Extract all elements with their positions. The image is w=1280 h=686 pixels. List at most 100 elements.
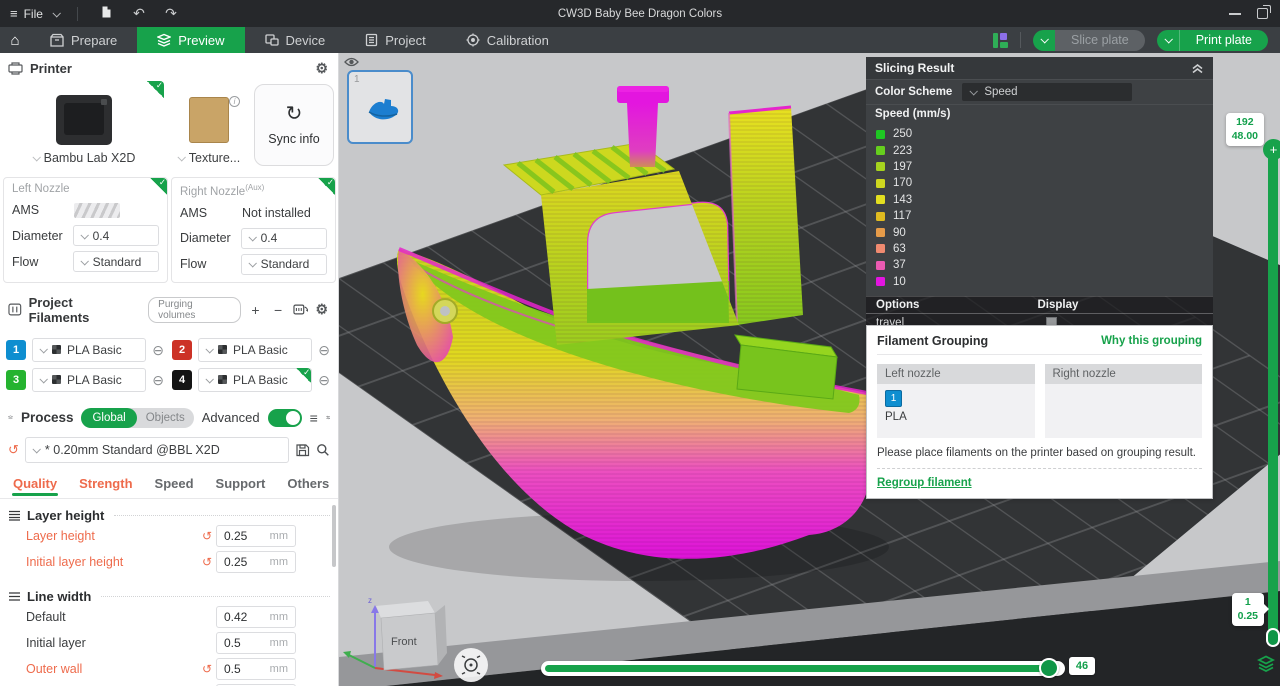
sync-info-button[interactable]: ↻ Sync info <box>254 84 334 166</box>
tab-calibration[interactable]: Calibration <box>446 27 569 53</box>
layer-slider-handle[interactable] <box>1266 628 1280 647</box>
filament-color-badge[interactable]: 2 <box>172 340 192 360</box>
slicing-result-title: Slicing Result <box>875 61 954 75</box>
search-icon[interactable] <box>316 443 330 457</box>
color-scheme-select[interactable]: Speed <box>962 83 1132 101</box>
plate-1-thumbnail[interactable]: 1 <box>347 70 413 144</box>
info-icon[interactable]: i <box>229 96 240 107</box>
delete-filament-icon[interactable]: ⊖ <box>152 343 164 357</box>
grouped-filament-badge[interactable]: 1 <box>885 390 902 407</box>
bottom-layer-height: 0.25 <box>1238 610 1258 624</box>
filament-color-badge[interactable]: 3 <box>6 370 26 390</box>
layer-slider-add-button[interactable]: + <box>1263 139 1280 160</box>
tab-speed[interactable]: Speed <box>144 473 205 496</box>
left-flow-select[interactable]: Standard <box>73 251 159 272</box>
plate-settings-icon[interactable] <box>993 33 1008 48</box>
delete-filament-icon[interactable]: ⊖ <box>152 373 164 387</box>
toggle-plate-list-eye-icon[interactable] <box>344 56 359 68</box>
printer-model-card[interactable]: ✓ Bambu Lab X2D <box>4 81 164 169</box>
move-slider[interactable] <box>541 661 1065 676</box>
redo-button[interactable]: ↷ <box>160 5 182 22</box>
tab-support[interactable]: Support <box>205 473 277 496</box>
reset-value-icon[interactable]: ↺ <box>202 663 212 675</box>
restore-window-button[interactable] <box>1257 8 1268 19</box>
legend-item: 197 <box>866 159 1213 175</box>
filament-color-badge[interactable]: 4 <box>172 370 192 390</box>
scope-global-button[interactable]: Global <box>81 408 136 428</box>
reset-value-icon[interactable]: ↺ <box>202 530 212 542</box>
tab-quality[interactable]: Quality <box>2 473 68 496</box>
print-options-chevron[interactable] <box>1157 30 1179 51</box>
tab-device[interactable]: Device <box>245 27 346 53</box>
filament-color-badge[interactable]: 1 <box>6 340 26 360</box>
purging-volumes-button[interactable]: Purging volumes <box>148 297 241 323</box>
scope-objects-button[interactable]: Objects <box>137 410 194 426</box>
slice-plate-button[interactable]: Slice plate <box>1033 30 1145 51</box>
filament-settings-gear-icon[interactable]: ⚙ <box>315 301 328 318</box>
tab-others[interactable]: Others <box>276 473 339 496</box>
delete-filament-icon[interactable]: ⊖ <box>318 343 330 357</box>
file-menu-chevron-icon[interactable] <box>52 9 60 17</box>
setting-value: 0.42 <box>224 610 247 624</box>
collapse-panel-icon[interactable] <box>1191 62 1204 74</box>
reset-value-icon[interactable]: ↺ <box>202 556 212 568</box>
remove-filament-button[interactable]: − <box>270 302 286 318</box>
print-plate-button[interactable]: Print plate <box>1157 30 1268 51</box>
delete-filament-icon[interactable]: ⊖ <box>318 373 330 387</box>
filament-select-1[interactable]: PLA Basic <box>32 338 146 362</box>
file-menu[interactable]: ≡ File <box>10 7 43 21</box>
move-slider-handle[interactable] <box>1039 658 1059 678</box>
outer-wall-line-width-input[interactable]: 0.5 mm <box>216 658 296 680</box>
advanced-toggle[interactable] <box>268 409 302 427</box>
save-preset-icon[interactable] <box>295 443 310 457</box>
filament-select-3[interactable]: PLA Basic <box>32 368 146 392</box>
setting-value: 0.5 <box>224 662 241 676</box>
tab-prepare[interactable]: Prepare <box>30 27 137 53</box>
new-project-button[interactable] <box>96 5 118 22</box>
tab-project[interactable]: Project <box>345 27 445 53</box>
move-slider-value-badge: 46 <box>1069 657 1095 675</box>
home-button[interactable]: ⌂ <box>0 27 30 53</box>
ams-status-chip[interactable] <box>74 203 120 218</box>
default-line-width-input[interactable]: 0.42 mm <box>216 606 296 628</box>
left-nozzle-group-label: Left nozzle <box>877 364 1035 384</box>
toolbar-divider <box>1020 32 1021 48</box>
ams-sync-icon[interactable] <box>293 303 309 317</box>
calibration-icon <box>466 33 480 47</box>
parameter-list-icon[interactable]: ≡ <box>310 410 318 426</box>
tab-preview[interactable]: Preview <box>137 27 244 53</box>
tab-strength[interactable]: Strength <box>68 473 143 496</box>
process-preset-select[interactable]: * 0.20mm Standard @BBL X2D <box>25 437 289 463</box>
why-this-grouping-link[interactable]: Why this grouping <box>1101 335 1202 347</box>
cube-front-face-label[interactable]: Front <box>391 636 417 648</box>
initial-layer-height-input[interactable]: 0.25 mm <box>216 551 296 573</box>
layer-height-input[interactable]: 0.25 mm <box>216 525 296 547</box>
initial-layer-line-width-input[interactable]: 0.5 mm <box>216 632 296 654</box>
build-plate-card[interactable]: i Texture... <box>168 81 250 169</box>
tab-prepare-label: Prepare <box>71 33 117 48</box>
printer-settings-gear-icon[interactable]: ⚙ <box>315 60 328 77</box>
slicing-result-panel: Slicing Result Color Scheme Speed Speed … <box>866 57 1213 334</box>
tab-calibration-label: Calibration <box>487 33 549 48</box>
right-flow-select[interactable]: Standard <box>241 254 327 275</box>
right-diameter-select[interactable]: 0.4 <box>241 228 327 249</box>
filament-select-4[interactable]: PLA Basic ✓ <box>198 368 312 392</box>
filament-brand-icon <box>218 375 227 384</box>
left-diameter-select[interactable]: 0.4 <box>73 225 159 246</box>
tune-icon[interactable] <box>326 411 330 424</box>
layer-stack-icon[interactable] <box>1257 654 1275 672</box>
legend-swatch <box>876 228 885 237</box>
plate-thumbnail-benchy <box>363 94 401 124</box>
reset-preset-icon[interactable]: ↺ <box>8 443 19 456</box>
layer-slider-track[interactable] <box>1268 150 1278 642</box>
sidebar-scrollbar[interactable] <box>332 505 336 567</box>
regroup-filament-link[interactable]: Regroup filament <box>877 477 972 489</box>
recenter-view-button[interactable] <box>454 648 488 682</box>
add-filament-button[interactable]: + <box>248 302 264 318</box>
minimize-button[interactable] <box>1229 13 1241 15</box>
slice-options-chevron[interactable] <box>1033 30 1055 51</box>
filament-select-2[interactable]: PLA Basic <box>198 338 312 362</box>
viewport-3d[interactable]: =X PLA <box>339 53 1280 686</box>
undo-button[interactable]: ↶ <box>128 5 150 22</box>
setting-label: Default <box>26 610 216 624</box>
